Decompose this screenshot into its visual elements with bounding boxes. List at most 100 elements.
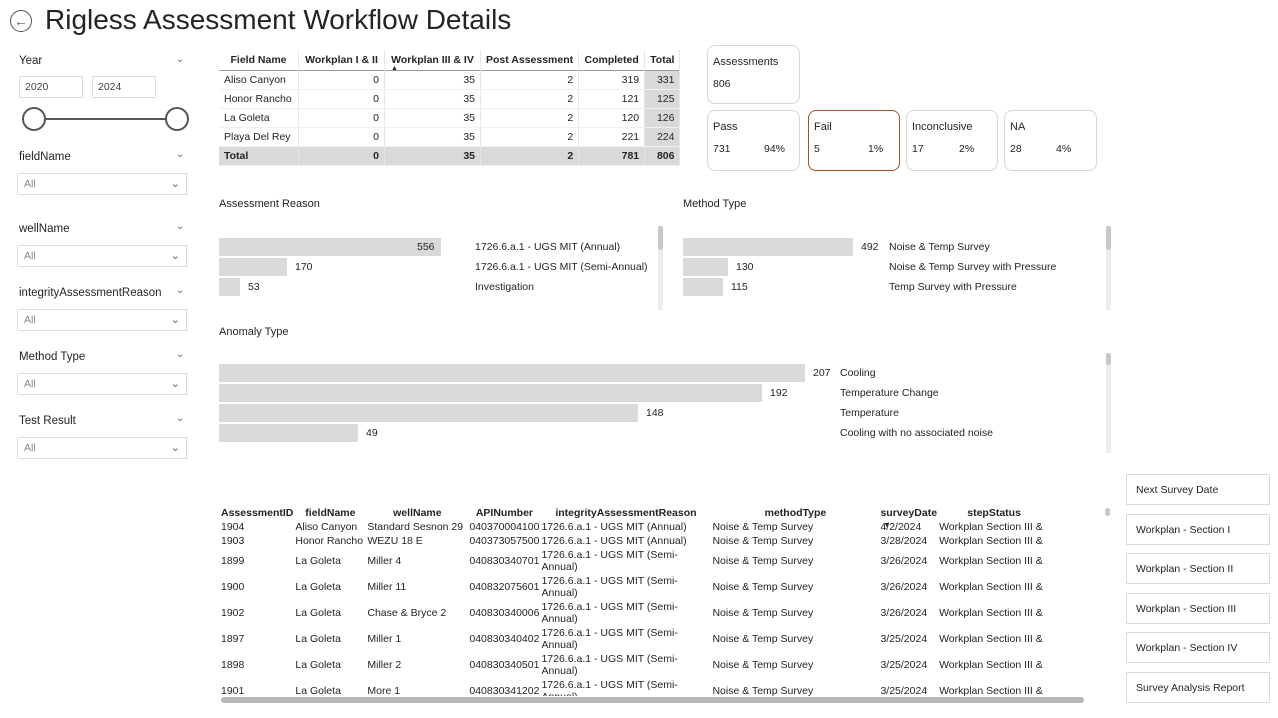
- matrix-cell: Aliso Canyon: [219, 70, 299, 90]
- table-cell: La Goleta: [295, 685, 341, 696]
- scrollbar-track[interactable]: [1106, 250, 1111, 310]
- matrix-header[interactable]: Field Name: [219, 50, 299, 71]
- wellname-dropdown[interactable]: All ⌄: [17, 245, 187, 267]
- horizontal-scrollbar[interactable]: [221, 697, 1084, 703]
- matrix-header[interactable]: Workplan I & II: [298, 50, 385, 71]
- matrix-header[interactable]: Workplan III & IV ▲: [384, 50, 481, 72]
- test-result-dropdown[interactable]: All ⌄: [17, 437, 187, 459]
- workflow-matrix: Field Name Workplan I & II Workplan III …: [219, 50, 681, 166]
- assessment-reason-bar[interactable]: [219, 278, 240, 296]
- bar-value: 130: [736, 261, 754, 273]
- bar-value: 148: [646, 407, 664, 419]
- column-header[interactable]: fieldName: [294, 506, 366, 520]
- column-header[interactable]: wellName: [366, 506, 468, 520]
- column-header[interactable]: APINumber: [468, 506, 540, 520]
- na-card[interactable]: NA 28 4%: [1004, 110, 1097, 171]
- matrix-cell: 2: [480, 70, 580, 90]
- assessment-reason-dropdown[interactable]: All ⌄: [17, 309, 187, 331]
- chevron-down-icon[interactable]: ⌄: [176, 413, 184, 424]
- year-slider-track[interactable]: [33, 118, 177, 120]
- year-to-input[interactable]: 2024: [92, 76, 156, 98]
- next-survey-date-button[interactable]: Next Survey Date: [1126, 474, 1270, 505]
- matrix-row[interactable]: La Goleta 0 35 2 120 126: [219, 108, 681, 128]
- column-header[interactable]: AssessmentID: [220, 506, 294, 520]
- chevron-down-icon[interactable]: ⌄: [176, 285, 184, 296]
- table-cell: Workplan Section III &: [939, 685, 1043, 696]
- table-row[interactable]: 1901 La Goleta More 1 040830341202 1726.6.a.…: [220, 678, 1050, 696]
- workplan-section-ii-button[interactable]: Workplan - Section II: [1126, 553, 1270, 584]
- table-row[interactable]: 1899 La Goleta Miller 4 040830340701 1726.6.…: [220, 548, 1050, 574]
- workplan-section-iii-button[interactable]: Workplan - Section III: [1126, 593, 1270, 624]
- chevron-down-icon[interactable]: ⌄: [176, 221, 184, 232]
- matrix-cell: 35: [384, 146, 481, 166]
- card-percent: 1%: [868, 143, 884, 155]
- assessments-card[interactable]: Assessments 806: [707, 45, 800, 104]
- matrix-header[interactable]: Post Assessment: [480, 50, 580, 71]
- column-header[interactable]: methodType: [711, 506, 879, 520]
- column-header[interactable]: surveyDate ▼: [879, 506, 938, 529]
- scrollbar-track[interactable]: [658, 250, 663, 310]
- table-cell: 040830340501: [469, 659, 540, 671]
- sort-ascending-icon: ▲: [391, 65, 398, 72]
- card-percent: 94%: [764, 143, 786, 155]
- scrollbar[interactable]: [658, 226, 663, 250]
- table-cell: 040830340701: [469, 555, 540, 567]
- card-value: 28: [1010, 143, 1022, 155]
- matrix-header[interactable]: Completed: [578, 50, 646, 71]
- matrix-cell: 2: [480, 108, 580, 128]
- matrix-cell: 0: [298, 108, 385, 128]
- table-row[interactable]: 1903 Honor Rancho WEZU 18 E 040373057500 172…: [220, 534, 1050, 548]
- anomaly-type-bar[interactable]: [219, 404, 638, 422]
- method-type-bar[interactable]: [683, 238, 853, 256]
- inconclusive-card[interactable]: Inconclusive 17 2%: [906, 110, 998, 171]
- survey-analysis-report-button[interactable]: Survey Analysis Report: [1126, 672, 1270, 703]
- bar-label: Investigation: [475, 281, 534, 293]
- column-header[interactable]: stepStatus: [938, 506, 1050, 520]
- table-row[interactable]: 1900 La Goleta Miller 11 040832075601 1726.6…: [220, 574, 1050, 600]
- fail-card[interactable]: Fail 5 1%: [808, 110, 900, 171]
- pass-card[interactable]: Pass 731 94%: [707, 110, 800, 171]
- matrix-cell: Honor Rancho: [219, 89, 299, 109]
- column-header[interactable]: integrityAssessmentReason: [540, 506, 711, 520]
- table-cell: 1726.6.a.1 - UGS MIT (Semi-Annual): [541, 627, 678, 651]
- table-row[interactable]: 1898 La Goleta Miller 2 040830340501 1726.6.…: [220, 652, 1050, 678]
- scrollbar[interactable]: [1106, 226, 1111, 250]
- bar-value: 492: [861, 241, 879, 253]
- sort-descending-icon: ▼: [883, 522, 891, 529]
- anomaly-type-bar[interactable]: [219, 364, 805, 382]
- method-type-dropdown[interactable]: All ⌄: [17, 373, 187, 395]
- table-row[interactable]: 1897 La Goleta Miller 1 040830340402 1726.6.…: [220, 626, 1050, 652]
- workplan-section-i-button[interactable]: Workplan - Section I: [1126, 514, 1270, 545]
- assessment-reason-bar[interactable]: [219, 258, 287, 276]
- chevron-down-icon[interactable]: ⌄: [176, 149, 184, 160]
- anomaly-type-bar[interactable]: [219, 384, 762, 402]
- year-slider-end-handle[interactable]: [165, 107, 189, 131]
- matrix-row[interactable]: Aliso Canyon 0 35 2 319 331: [219, 70, 681, 90]
- chevron-down-icon[interactable]: ⌄: [176, 54, 184, 65]
- matrix-row[interactable]: Playa Del Rey 0 35 2 221 224: [219, 127, 681, 147]
- scrollbar[interactable]: [1105, 508, 1110, 516]
- table-cell: Workplan Section III &: [939, 581, 1043, 593]
- back-arrow-icon[interactable]: ←: [10, 10, 32, 32]
- table-row[interactable]: 1904 Aliso Canyon Standard Sesnon 29 040370…: [220, 520, 1050, 534]
- table-cell: La Goleta: [295, 607, 341, 619]
- fieldname-dropdown[interactable]: All ⌄: [17, 173, 187, 195]
- scrollbar-track[interactable]: [1106, 365, 1111, 453]
- scrollbar[interactable]: [1106, 353, 1111, 365]
- chevron-down-icon[interactable]: ⌄: [176, 349, 184, 360]
- year-slicer-label: Year: [19, 55, 43, 67]
- table-cell: 1726.6.a.1 - UGS MIT (Semi-Annual): [541, 549, 678, 573]
- matrix-row[interactable]: Honor Rancho 0 35 2 121 125: [219, 89, 681, 109]
- anomaly-type-bar[interactable]: [219, 424, 358, 442]
- matrix-cell: 224: [644, 127, 681, 147]
- matrix-header[interactable]: Total: [644, 50, 681, 71]
- matrix-cell: La Goleta: [219, 108, 299, 128]
- method-type-bar[interactable]: [683, 258, 728, 276]
- assessment-reason-bar[interactable]: [219, 238, 441, 256]
- table-row[interactable]: 1902 La Goleta Chase & Bryce 2 040830340006…: [220, 600, 1050, 626]
- workplan-section-iv-button[interactable]: Workplan - Section IV: [1126, 632, 1270, 663]
- bar-label: Temperature Change: [840, 387, 939, 399]
- year-slider-start-handle[interactable]: [22, 107, 46, 131]
- year-from-input[interactable]: 2020: [19, 76, 83, 98]
- method-type-bar[interactable]: [683, 278, 723, 296]
